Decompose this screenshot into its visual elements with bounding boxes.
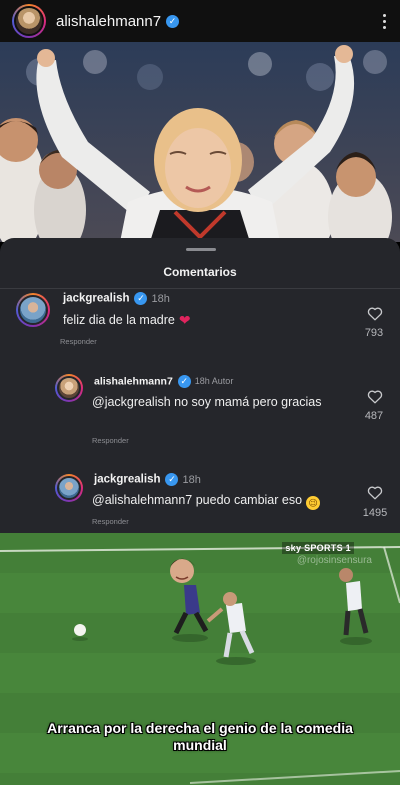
like-count: 1495 [362, 507, 388, 519]
comment-text: @jackgrealish no soy mamá pero gracias [92, 395, 322, 409]
comment-time: 18h [182, 473, 201, 486]
commenter-avatar[interactable] [16, 293, 50, 327]
comment-item: jackgrealish ✓ 18h feliz dia de la madre ❤ … [0, 290, 400, 352]
comment-time: 18h [151, 292, 170, 305]
reply-button[interactable]: Responder [92, 436, 129, 445]
wink-emoji: 😉 [306, 496, 321, 510]
heart-icon[interactable] [367, 389, 383, 404]
like-count: 487 [364, 410, 384, 422]
post-username[interactable]: alishalehmann7 ✓ [56, 13, 180, 30]
verified-badge-icon: ✓ [166, 15, 180, 29]
commenter-avatar[interactable] [55, 374, 83, 402]
post-username-text[interactable]: alishalehmann7 [56, 13, 161, 30]
verified-badge-icon: ✓ [165, 473, 179, 486]
reply-button[interactable]: Responder [92, 517, 129, 526]
celebration-photo [0, 42, 400, 242]
heart-icon[interactable] [367, 485, 383, 500]
meme-caption: Arranca por la derecha el genio de la co… [47, 720, 353, 753]
verified-badge-icon: ✓ [177, 375, 191, 388]
comment-text: @alishalehmann7 puedo cambiar eso [92, 493, 303, 507]
comment-time-author: 18h Autor [194, 376, 234, 387]
comment-username-row: alishalehmann7 ✓ 18h Autor [94, 375, 233, 388]
comment-username-row: jackgrealish ✓ 18h [63, 292, 170, 305]
reply-comment-item: alishalehmann7 ✓ 18h Autor @jackgrealish n… [0, 372, 400, 452]
like-count: 793 [364, 327, 384, 339]
comment-text-row: feliz dia de la madre ❤ [63, 312, 343, 328]
broadcast-logo: sky SPORTS 1 [282, 542, 354, 554]
comments-title: Comentarios [163, 265, 237, 279]
comment-text-row: @alishalehmann7 puedo cambiar eso 😉 [92, 492, 352, 510]
commenter-avatar[interactable] [55, 474, 83, 502]
divider [0, 288, 400, 289]
football-scene: sky SPORTS 1 @rojosinsensura Arranca por… [0, 533, 400, 785]
heart-icon[interactable] [367, 306, 383, 321]
post-photo [0, 42, 400, 242]
post-header: alishalehmann7 ✓ [0, 0, 400, 42]
comment-username[interactable]: alishalehmann7 [94, 375, 173, 387]
reply-comment-item: jackgrealish ✓ 18h @alishalehmann7 puedo c… [0, 471, 400, 531]
comment-username-row: jackgrealish ✓ 18h [94, 473, 201, 486]
more-vertical-icon[interactable] [381, 10, 388, 33]
sheet-drag-handle[interactable] [186, 248, 216, 251]
comment-username[interactable]: jackgrealish [94, 474, 160, 486]
comment-text: feliz dia de la madre [63, 313, 175, 327]
comment-username[interactable]: jackgrealish [63, 293, 129, 305]
reply-button[interactable]: Responder [60, 337, 97, 346]
verified-badge-icon: ✓ [134, 292, 148, 305]
post-author-avatar[interactable] [12, 4, 46, 38]
watermark: @rojosinsensura [296, 555, 372, 566]
red-heart-emoji: ❤ [178, 312, 191, 328]
comments-sheet: Comentarios jackgrealish ✓ 18h feliz dia d… [0, 238, 400, 533]
